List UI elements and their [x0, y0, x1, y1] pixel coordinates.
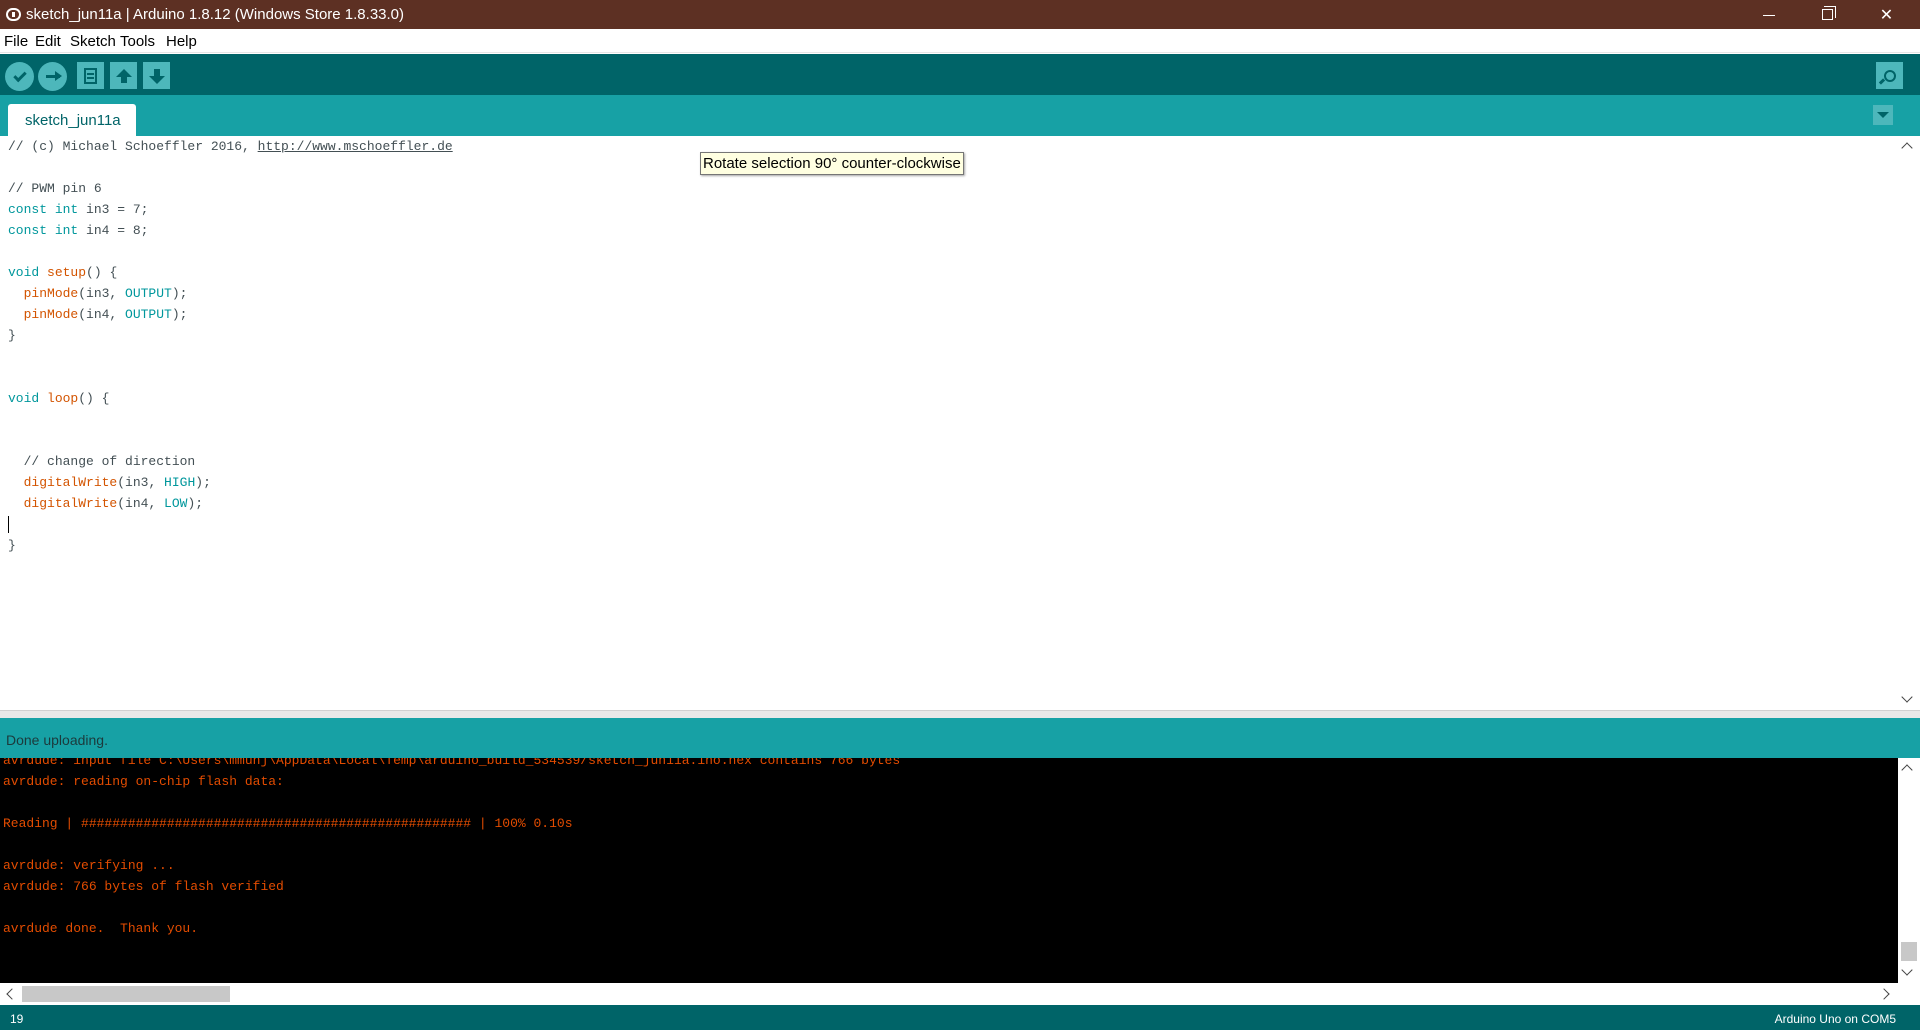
- scroll-up-icon[interactable]: [1901, 764, 1913, 776]
- menu-sketch[interactable]: Sketch: [70, 33, 116, 50]
- menu-file[interactable]: File: [4, 33, 28, 50]
- scrollbar-thumb[interactable]: [22, 986, 230, 1002]
- check-icon: [12, 68, 27, 82]
- code-line: // change of direction: [23, 454, 196, 469]
- close-button[interactable]: ✕: [1864, 0, 1909, 29]
- tab-menu-button[interactable]: [1873, 105, 1893, 125]
- panel-divider[interactable]: [0, 710, 1920, 718]
- tooltip: Rotate selection 90° counter-clockwise: [700, 152, 964, 175]
- arduino-logo-icon: [6, 8, 21, 21]
- tab-bar: sketch_jun11a: [0, 95, 1920, 136]
- console-line: avrdude done. Thank you.: [3, 921, 199, 936]
- arrow-up-icon: [115, 68, 132, 83]
- console-line: avrdude: 766 bytes of flash verified: [3, 879, 284, 894]
- close-icon: ✕: [1879, 6, 1894, 24]
- bottom-status-bar: 19 Arduino Uno on COM5: [0, 1005, 1920, 1030]
- magnifier-icon: [1883, 69, 1896, 82]
- console-line: avrdude: reading on-chip flash data:: [3, 774, 284, 789]
- toolbar: [0, 54, 1920, 95]
- console-output[interactable]: avrdude: input file C:\Users\mmuhj\AppDa…: [0, 758, 1898, 983]
- arrow-right-icon: [45, 71, 62, 81]
- code-line: digitalWrite(in3, HIGH);: [23, 475, 211, 490]
- scroll-up-icon[interactable]: [1901, 142, 1913, 154]
- code-link[interactable]: http://www.mschoeffler.de: [258, 139, 453, 154]
- window-title: sketch_jun11a | Arduino 1.8.12 (Windows …: [26, 6, 405, 23]
- open-sketch-button[interactable]: [110, 62, 137, 89]
- save-sketch-button[interactable]: [143, 62, 170, 89]
- code-line: pinMode(in4, OUTPUT);: [23, 307, 188, 322]
- console-scrollbar[interactable]: [1898, 758, 1920, 983]
- console-line: avrdude: verifying ...: [3, 858, 175, 873]
- code-line: const int in4 = 8;: [8, 223, 149, 238]
- code-line: // (c) Michael Schoeffler 2016, http://w…: [8, 139, 453, 154]
- status-message: Done uploading.: [6, 732, 108, 748]
- chevron-down-icon: [1877, 112, 1889, 118]
- scroll-left-icon[interactable]: [6, 988, 18, 1000]
- upload-button[interactable]: [38, 62, 67, 91]
- code-line: }: [8, 328, 16, 343]
- menu-tools[interactable]: Tools: [120, 33, 155, 50]
- code-line: // PWM pin 6: [8, 181, 102, 196]
- code-line: digitalWrite(in4, LOW);: [23, 496, 204, 511]
- console-horizontal-scrollbar[interactable]: [0, 983, 1898, 1005]
- code-line: }: [8, 538, 16, 553]
- code-editor[interactable]: // (c) Michael Schoeffler 2016, http://w…: [0, 136, 1898, 710]
- text-caret: [8, 516, 9, 533]
- menu-help[interactable]: Help: [166, 33, 197, 50]
- minimize-icon: [1762, 15, 1775, 16]
- code-line: const int in3 = 7;: [8, 202, 149, 217]
- scroll-down-icon[interactable]: [1901, 964, 1913, 976]
- restore-button[interactable]: [1805, 0, 1850, 29]
- serial-monitor-button[interactable]: [1876, 62, 1903, 89]
- code-line: void loop() {: [8, 391, 110, 406]
- new-file-icon: [84, 67, 97, 84]
- scroll-down-icon[interactable]: [1901, 691, 1913, 703]
- arrow-down-icon: [148, 68, 165, 84]
- line-number: 19: [10, 1012, 24, 1026]
- scrollbar-thumb[interactable]: [1901, 942, 1917, 961]
- board-port-label: Arduino Uno on COM5: [1774, 1012, 1896, 1026]
- console-line: Reading | ##############################…: [3, 816, 573, 831]
- menu-edit[interactable]: Edit: [35, 33, 61, 50]
- tab-sketch[interactable]: sketch_jun11a: [8, 104, 136, 136]
- minimize-button[interactable]: [1746, 0, 1791, 29]
- menu-bar: File Edit Sketch Tools Help: [0, 29, 1920, 53]
- scroll-right-icon[interactable]: [1878, 988, 1890, 1000]
- new-sketch-button[interactable]: [77, 62, 104, 89]
- code-line: pinMode(in3, OUTPUT);: [23, 286, 188, 301]
- code-line: void setup() {: [8, 265, 118, 280]
- restore-icon: [1822, 6, 1836, 20]
- editor-scrollbar[interactable]: [1898, 136, 1920, 710]
- console-line: avrdude: input file C:\Users\mmuhj\AppDa…: [3, 758, 901, 768]
- verify-button[interactable]: [5, 62, 34, 91]
- title-bar: sketch_jun11a | Arduino 1.8.12 (Windows …: [0, 0, 1920, 29]
- status-bar: Done uploading.: [0, 718, 1920, 758]
